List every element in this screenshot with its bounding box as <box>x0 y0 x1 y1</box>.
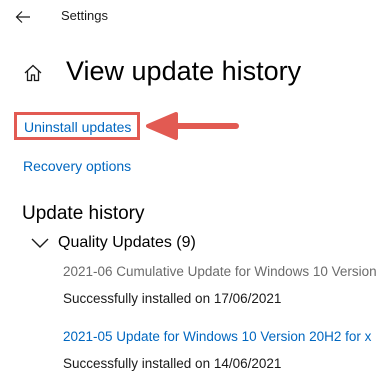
home-icon <box>24 64 42 82</box>
quality-updates-label: Quality Updates (9) <box>58 234 196 251</box>
recovery-options-link[interactable]: Recovery options <box>23 158 131 174</box>
update-item-title-link[interactable]: 2021-05 Update for Windows 10 Version 20… <box>63 329 371 344</box>
app-title: Settings <box>61 8 108 23</box>
annotation-arrow-icon <box>146 112 239 140</box>
quality-updates-toggle[interactable]: Quality Updates (9) <box>30 232 196 254</box>
home-button[interactable] <box>22 62 44 84</box>
back-arrow-icon <box>15 11 30 23</box>
update-item-status: Successfully installed on 17/06/2021 <box>63 291 282 306</box>
uninstall-updates-link[interactable]: Uninstall updates <box>24 119 131 135</box>
update-item-status: Successfully installed on 14/06/2021 <box>63 356 282 371</box>
back-button[interactable] <box>12 6 34 28</box>
chevron-down-icon <box>31 238 49 248</box>
update-item-title: 2021-06 Cumulative Update for Windows 10… <box>63 264 377 279</box>
title-bar: Settings <box>0 0 378 34</box>
update-history-heading: Update history <box>22 203 145 224</box>
page-title: View update history <box>66 56 302 86</box>
